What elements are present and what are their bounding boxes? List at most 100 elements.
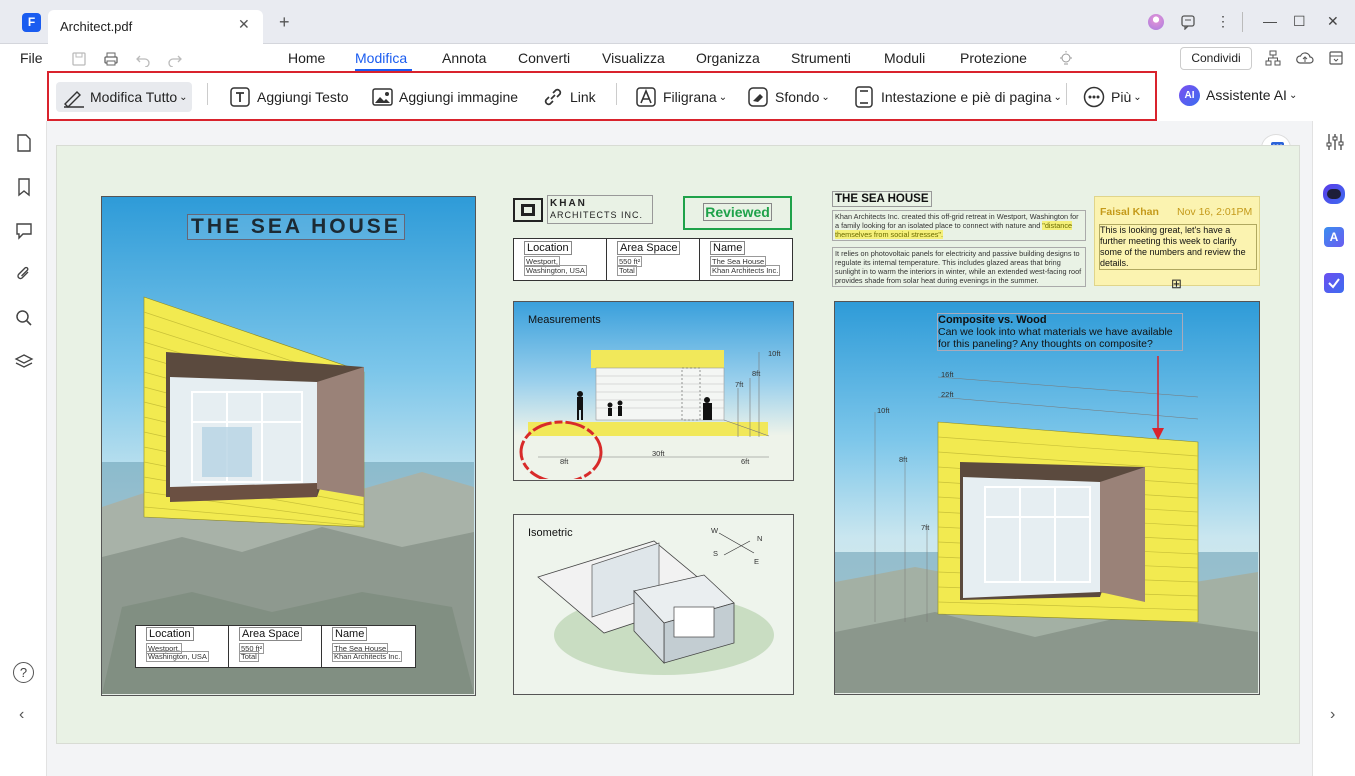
undo-icon[interactable]	[135, 51, 151, 67]
dim-8ft-height[interactable]: 8ft	[752, 369, 760, 378]
logo-line-1[interactable]: KHAN	[550, 198, 587, 209]
more-button[interactable]: Più ⌄	[1083, 82, 1142, 112]
menu-organizza[interactable]: Organizza	[696, 50, 760, 66]
cover-name-label[interactable]: Name	[331, 627, 368, 641]
link-button[interactable]: Link	[542, 82, 596, 112]
header-footer-button[interactable]: Intestazione e piè di pagina ⌄	[853, 82, 1062, 112]
expand-right-icon[interactable]: ›	[1330, 706, 1335, 724]
maximize-button[interactable]: ☐	[1293, 13, 1306, 30]
menu-protezione[interactable]: Protezione	[960, 50, 1027, 66]
menu-strumenti[interactable]: Strumenti	[791, 50, 851, 66]
dim-7ft-render[interactable]: 7ft	[921, 523, 929, 532]
tab-close-icon[interactable]: ✕	[238, 16, 250, 33]
menu-converti[interactable]: Converti	[518, 50, 570, 66]
more-label: Più	[1111, 89, 1132, 105]
article-paragraph-2[interactable]: It relies on photovoltaic panels for ele…	[832, 247, 1086, 287]
page-icon[interactable]	[14, 133, 34, 153]
comment-callout[interactable]: Composite vs. Wood Can we look into what…	[937, 313, 1183, 351]
user-avatar[interactable]	[1148, 14, 1164, 30]
redo-icon[interactable]	[167, 51, 183, 67]
cover-name-value-2[interactable]: Khan Architects Inc.	[331, 651, 403, 662]
name-value-1[interactable]: The Sea House	[709, 256, 767, 267]
sticky-note[interactable]: Faisal Khan Nov 16, 2:01PM This is looki…	[1094, 196, 1260, 286]
cover-info-table: Location Westport, Washington, USA Area …	[135, 625, 416, 668]
document-tab[interactable]: Architect.pdf ✕	[48, 10, 263, 44]
company-logo: KHAN ARCHITECTS INC.	[513, 195, 653, 224]
pdf-page[interactable]: THE SEA HOUSE Location Westport, Washing…	[56, 145, 1300, 744]
cover-area-value-2[interactable]: Total	[239, 651, 259, 662]
area-label[interactable]: Area Space	[616, 241, 681, 255]
dim-8ft-render[interactable]: 8ft	[899, 455, 907, 464]
area-value-1[interactable]: 550 ft²	[616, 256, 643, 267]
cover-location-label[interactable]: Location	[146, 627, 194, 641]
new-tab-icon[interactable]: +	[279, 12, 290, 33]
menu-home[interactable]: Home	[288, 50, 325, 66]
toolbar-divider	[616, 83, 617, 105]
layers-icon[interactable]	[14, 352, 34, 372]
cover-area-label[interactable]: Area Space	[238, 627, 303, 641]
cover-title[interactable]: THE SEA HOUSE	[187, 214, 405, 240]
message-icon[interactable]	[1180, 14, 1196, 30]
save-icon[interactable]	[71, 51, 87, 67]
ai-robot-icon[interactable]	[1323, 184, 1345, 204]
background-icon	[748, 87, 768, 107]
name-label[interactable]: Name	[709, 241, 746, 255]
collapse-left-icon[interactable]: ‹	[19, 706, 24, 724]
chevron-down-icon: ⌄	[718, 91, 728, 103]
location-label[interactable]: Location	[524, 241, 572, 255]
dim-6ft[interactable]: 6ft	[741, 457, 749, 466]
edit-all-label: Modifica Tutto	[90, 89, 178, 105]
attachment-icon[interactable]	[14, 264, 34, 284]
share-button[interactable]: Condividi	[1180, 47, 1252, 70]
settings-sliders-icon[interactable]	[1325, 133, 1345, 151]
note-author: Faisal Khan	[1100, 206, 1159, 218]
add-image-button[interactable]: Aggiungi immagine	[371, 82, 518, 112]
translate-icon[interactable]: A	[1324, 227, 1344, 247]
panel-collapse-icon[interactable]	[1328, 50, 1344, 66]
location-value-2[interactable]: Washington, USA	[524, 265, 587, 276]
menu-moduli[interactable]: Moduli	[884, 50, 925, 66]
cover-panel: THE SEA HOUSE Location Westport, Washing…	[101, 196, 476, 696]
bookmark-icon[interactable]	[14, 177, 34, 197]
minimize-button[interactable]: —	[1263, 13, 1277, 29]
file-menu[interactable]: File	[20, 50, 43, 66]
reviewed-stamp[interactable]: Reviewed	[683, 196, 792, 230]
article-paragraph-1[interactable]: Khan Architects Inc. created this off-gr…	[832, 210, 1086, 241]
menu-annota[interactable]: Annota	[442, 50, 486, 66]
comment-icon[interactable]	[14, 221, 34, 241]
workflow-icon[interactable]	[1265, 50, 1281, 66]
close-button[interactable]: ✕	[1327, 13, 1339, 30]
more-options-icon[interactable]: ⋮	[1216, 13, 1230, 30]
dim-16ft[interactable]: 16ft	[941, 370, 954, 379]
dim-10ft-render[interactable]: 10ft	[877, 406, 890, 415]
cloud-upload-icon[interactable]	[1296, 50, 1314, 66]
text-box-icon	[230, 87, 250, 107]
menu-modifica[interactable]: Modifica	[355, 50, 407, 66]
logo-line-2[interactable]: ARCHITECTS INC.	[550, 210, 643, 220]
edit-all-button[interactable]: Modifica Tutto ⌄	[56, 82, 192, 112]
lightbulb-icon[interactable]	[1058, 50, 1074, 68]
background-button[interactable]: Sfondo ⌄	[747, 82, 830, 112]
cover-location-value-2[interactable]: Washington, USA	[146, 651, 209, 662]
name-value-2[interactable]: Khan Architects Inc.	[709, 265, 781, 276]
article-title[interactable]: THE SEA HOUSE	[832, 191, 932, 207]
print-icon[interactable]	[103, 51, 119, 67]
reviewed-stamp-text: Reviewed	[703, 203, 772, 221]
area-value-2[interactable]: Total	[617, 265, 637, 276]
ai-assistant-button[interactable]: AI Assistente AI ⌄	[1179, 80, 1297, 110]
watermark-button[interactable]: Filigrana ⌄	[635, 82, 727, 112]
expand-note-icon[interactable]: ⊞	[1171, 276, 1182, 292]
location-value-1[interactable]: Westport,	[524, 256, 560, 267]
dim-7ft[interactable]: 7ft	[735, 380, 743, 389]
dim-22ft[interactable]: 22ft	[941, 390, 954, 399]
task-check-icon[interactable]	[1324, 273, 1344, 293]
add-text-button[interactable]: Aggiungi Testo	[229, 82, 349, 112]
search-icon[interactable]	[14, 308, 34, 328]
logo-mark-icon	[513, 198, 543, 222]
compass-n: N	[757, 534, 763, 543]
dim-10ft[interactable]: 10ft	[768, 349, 781, 358]
help-button[interactable]: ?	[13, 662, 34, 683]
menu-visualizza[interactable]: Visualizza	[602, 50, 665, 66]
dim-30ft[interactable]: 30ft	[652, 449, 665, 458]
dim-8ft-width[interactable]: 8ft	[560, 457, 568, 466]
